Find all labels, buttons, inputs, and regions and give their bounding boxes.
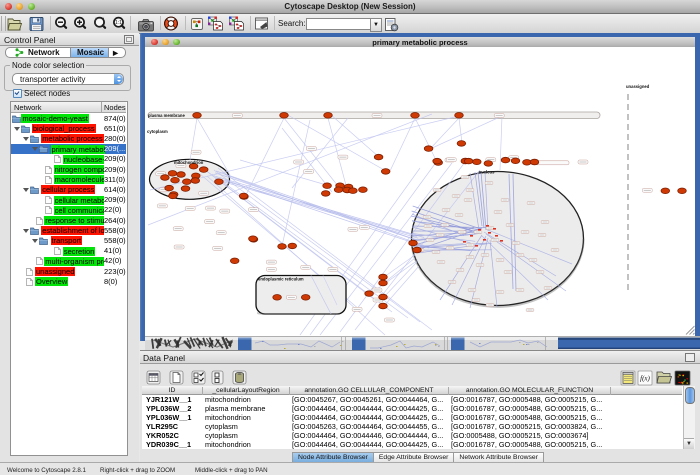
svg-text:1:1: 1:1 [115, 20, 122, 26]
svg-text:f(x): f(x) [640, 375, 650, 383]
svg-text:endoplasmic reticulum: endoplasmic reticulum [258, 277, 304, 282]
svg-text:nucleus: nucleus [479, 170, 495, 175]
svg-text:mitochondrion: mitochondrion [174, 160, 204, 165]
svg-text:cytoplasm: cytoplasm [147, 129, 168, 134]
svg-text:plasma membrane: plasma membrane [148, 113, 185, 118]
svg-text:unassigned: unassigned [626, 84, 650, 89]
